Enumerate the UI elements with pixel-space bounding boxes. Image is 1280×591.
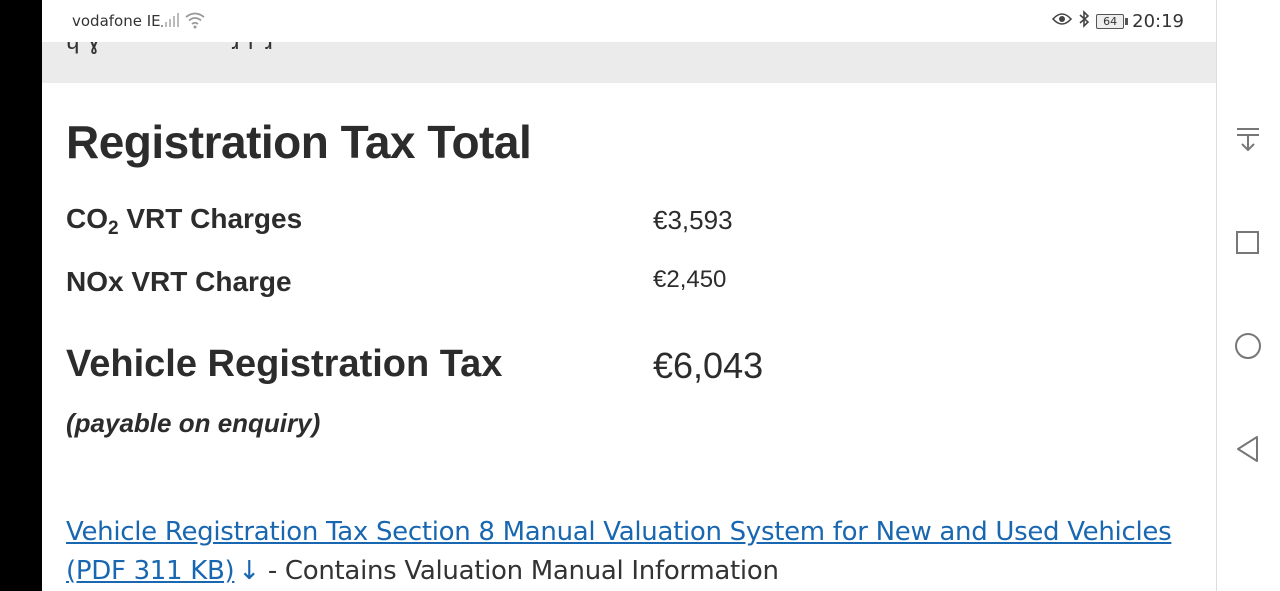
co2-suffix: VRT Charges	[118, 203, 303, 234]
vehicle-registration-tax-label: Vehicle Registration Tax	[66, 343, 503, 385]
bluetooth-icon	[1078, 10, 1090, 33]
co2-vrt-charges-value: €3,593	[653, 205, 733, 235]
status-icons: 64 20:19	[1052, 10, 1184, 33]
back-icon[interactable]	[1233, 434, 1263, 464]
page-title: Registration Tax Total	[66, 116, 532, 168]
main-content: Registration Tax Total CO2 VRT Charges €…	[42, 83, 1216, 591]
carrier-name: vodafone IE	[72, 12, 161, 30]
nox-vrt-charge-value: €2,450	[653, 266, 727, 293]
co2-subscript: 2	[108, 218, 119, 239]
download-arrow-icon[interactable]: ↓	[238, 556, 260, 586]
left-edge	[0, 0, 42, 591]
link-description: - Contains Valuation Manual Information	[259, 556, 779, 586]
co2-vrt-charges-label: CO2 VRT Charges	[66, 203, 302, 240]
collapse-icon[interactable]	[1233, 124, 1263, 154]
wifi-icon	[184, 11, 206, 34]
recent-apps-icon[interactable]	[1233, 228, 1263, 258]
clock: 20:19	[1132, 11, 1184, 32]
valuation-manual-paragraph: Vehicle Registration Tax Section 8 Manua…	[66, 513, 1176, 591]
clipped-text-glyphs: ɥ ɣ ɹ ɾ ɹ	[66, 42, 274, 56]
home-icon[interactable]	[1233, 331, 1263, 361]
navigation-bar	[1217, 0, 1280, 591]
battery-icon: 64	[1096, 14, 1129, 29]
vehicle-registration-tax-value: €6,043	[653, 345, 764, 386]
eye-icon	[1052, 12, 1073, 31]
payable-note: (payable on enquiry)	[66, 408, 321, 438]
previous-section-band: ɥ ɣ ɹ ɾ ɹ	[42, 42, 1216, 83]
nox-vrt-charge-label: NOx VRT Charge	[66, 266, 292, 297]
signal-icon	[160, 12, 180, 33]
co2-prefix: CO	[66, 203, 108, 234]
status-bar: vodafone IE 64 20:19	[42, 0, 1216, 42]
